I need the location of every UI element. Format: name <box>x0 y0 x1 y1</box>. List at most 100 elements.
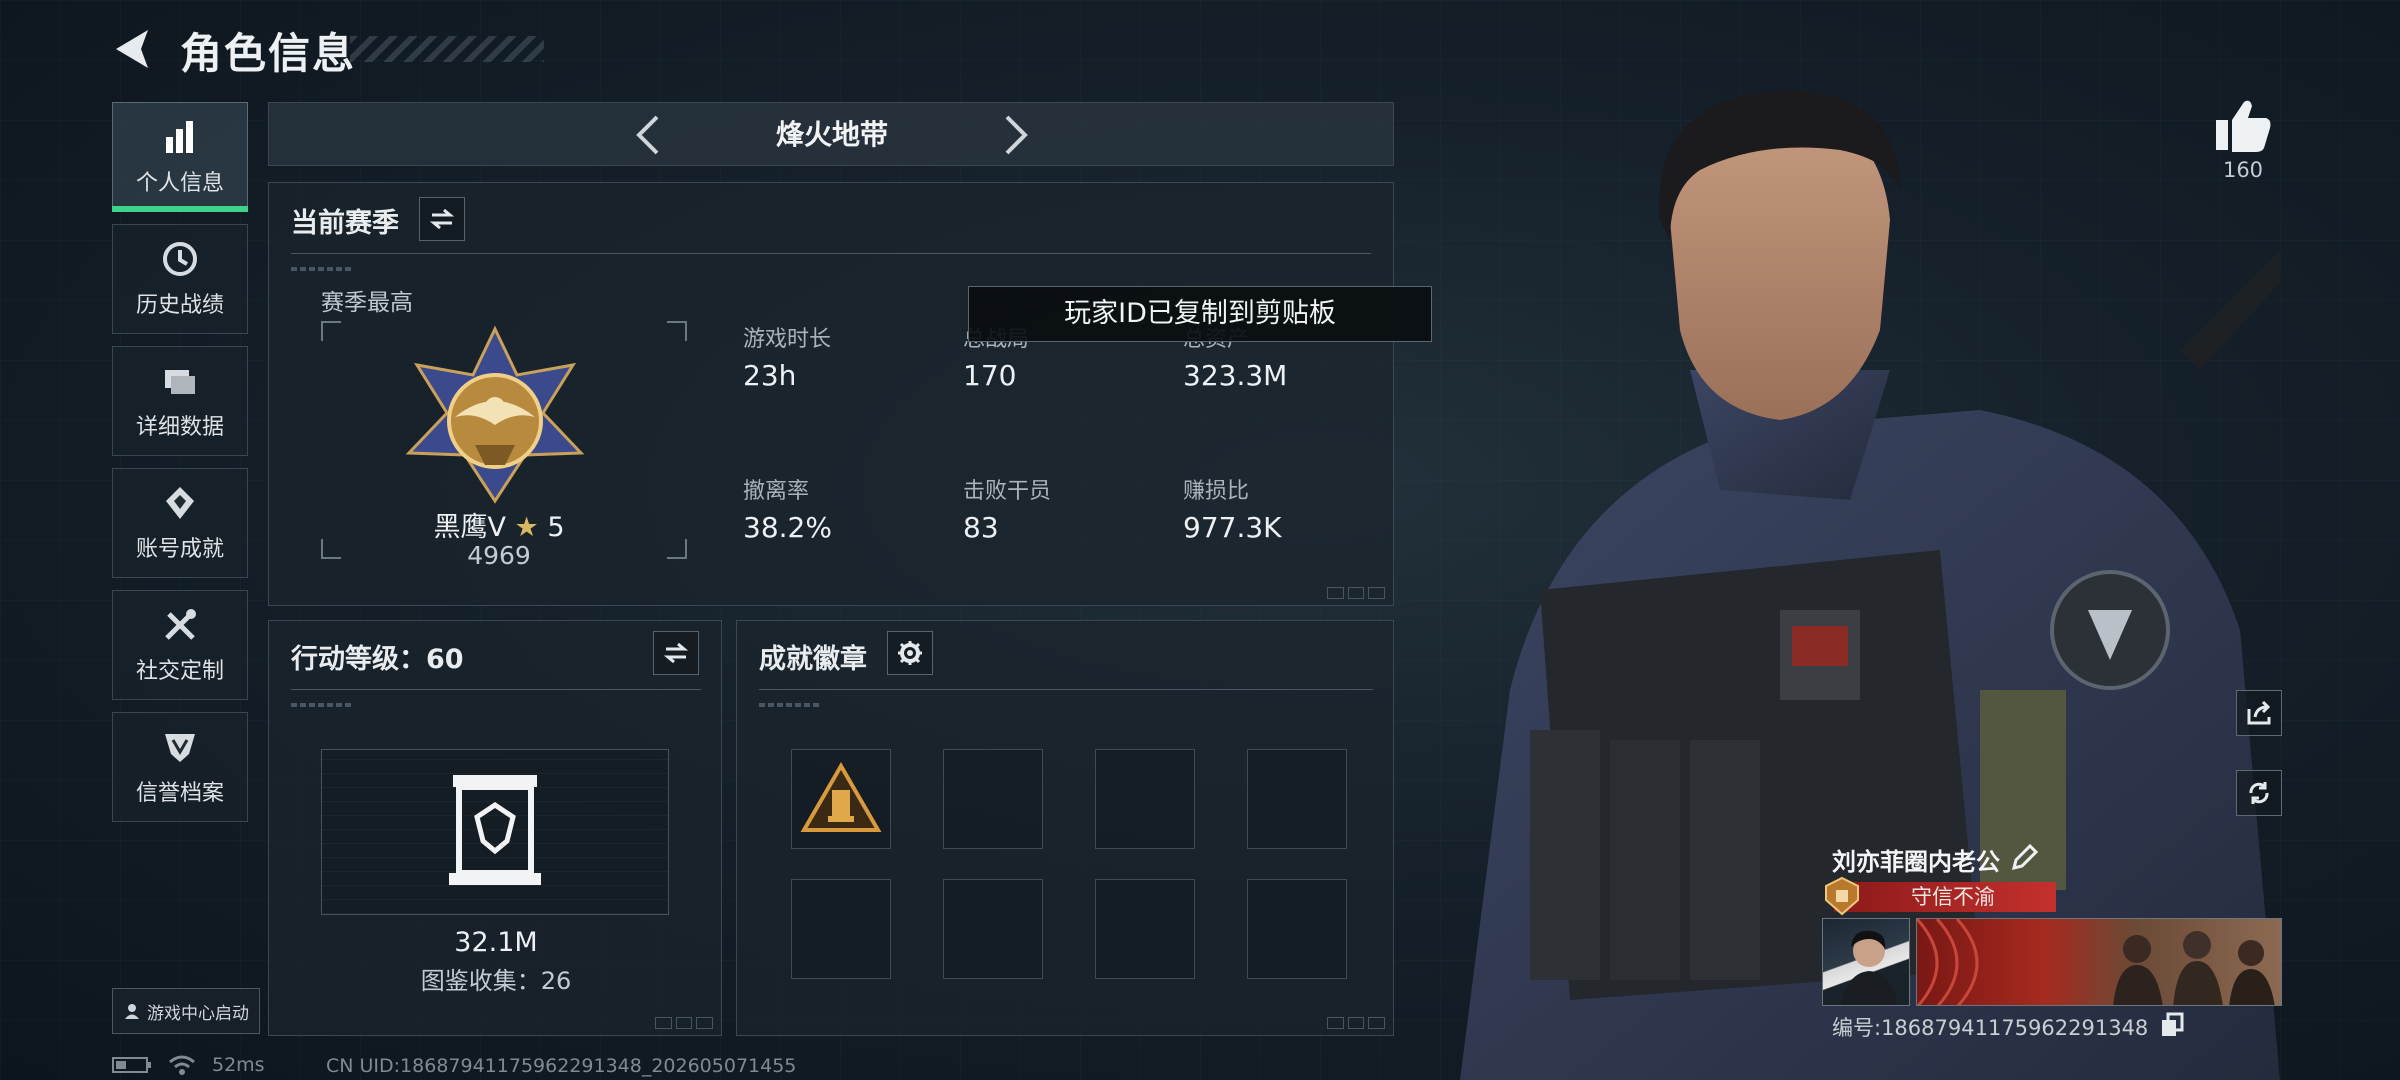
action-level-panel: 行动等级：60 32.1M 图鉴收集：26 <box>268 620 722 1036</box>
mode-selector: 烽火地带 <box>268 102 1394 166</box>
nav-item-reputation[interactable]: 信誉档案 <box>112 712 248 822</box>
deco-dashes <box>291 267 351 271</box>
player-id: 编号:18687941175962291348 <box>1832 1016 2149 1040</box>
status-bar: 52ms <box>112 1054 265 1076</box>
achievements-settings-button[interactable] <box>887 631 933 675</box>
banner-soldiers-image <box>1917 919 2275 1005</box>
achievement-icon <box>160 483 200 523</box>
reputation-title: 守信不渝 <box>1911 885 1995 909</box>
stat-value-extract-rate: 38.2% <box>743 511 832 544</box>
stat-label-profit-ratio: 赚损比 <box>1183 479 1250 504</box>
stat-value-kills: 83 <box>963 511 999 544</box>
stat-value-profit-ratio: 977.3K <box>1183 511 1282 544</box>
mode-name: 烽火地带 <box>775 118 888 151</box>
rank-name-row: 黑鹰V ★ 5 <box>369 505 629 544</box>
share-button[interactable] <box>2236 690 2282 736</box>
corner-decoration <box>1327 587 1386 599</box>
divider <box>291 689 701 690</box>
battery-icon <box>112 1057 151 1073</box>
badge-slot-7[interactable] <box>1095 879 1195 979</box>
nav-label: 个人信息 <box>135 171 224 196</box>
badge-slot-3[interactable] <box>1095 749 1195 849</box>
action-level-switch-button[interactable] <box>653 631 699 675</box>
title-decoration <box>350 36 544 62</box>
nav-item-social[interactable]: 社交定制 <box>112 590 248 700</box>
achievements-title: 成就徽章 <box>759 644 867 675</box>
nav-item-achievements[interactable]: 账号成就 <box>112 468 248 578</box>
uid-text: CN UID:18687941175962291348_202605071455 <box>326 1055 797 1077</box>
badge-slot-5[interactable] <box>791 879 891 979</box>
rank-badge-icon <box>405 325 585 504</box>
collection-count: 图鉴收集：26 <box>420 967 572 995</box>
gear-icon <box>898 641 922 665</box>
page-title: 角色信息 <box>180 29 357 78</box>
nav-label: 详细数据 <box>135 415 224 440</box>
stat-label-kills: 击败干员 <box>963 479 1052 504</box>
stat-value-playtime: 23h <box>743 359 797 392</box>
bar-chart-icon <box>160 117 200 157</box>
copy-icon[interactable] <box>2160 1012 2186 1038</box>
frame-corner <box>667 539 687 559</box>
deco-dashes <box>291 703 351 707</box>
frame-corner <box>321 321 341 341</box>
level-value: 32.1M <box>454 927 538 958</box>
stat-label-extract-rate: 撤离率 <box>743 479 810 504</box>
avatar-portrait-icon <box>1841 930 1897 1005</box>
launch-label: 游戏中心启动 <box>147 1003 249 1024</box>
refresh-icon <box>2249 782 2269 804</box>
deco-dashes <box>759 703 819 707</box>
nav-item-personal-info[interactable]: 个人信息 <box>112 102 248 212</box>
game-center-launch-button[interactable]: 游戏中心启动 <box>112 988 260 1034</box>
rank-score: 4969 <box>467 541 531 570</box>
nav-label: 社交定制 <box>135 659 224 684</box>
nav-item-history[interactable]: 历史战绩 <box>112 224 248 334</box>
nav-label: 账号成就 <box>135 537 224 562</box>
badge-slot-1[interactable] <box>791 749 891 849</box>
nav-label: 历史战绩 <box>135 293 224 318</box>
stat-value-assets: 323.3M <box>1183 359 1288 392</box>
frame-corner <box>667 321 687 341</box>
folder-icon <box>160 361 200 401</box>
star-icon: ★ <box>514 512 539 543</box>
divider <box>291 253 1371 254</box>
share-icon <box>2247 700 2271 725</box>
profile-banner <box>1916 918 2282 1006</box>
edit-pencil-icon[interactable] <box>2010 844 2038 872</box>
nav-label: 信誉档案 <box>135 781 224 806</box>
achievement-badges-panel: 成就徽章 <box>736 620 1394 1036</box>
player-name: 刘亦菲圈内老公 <box>1832 848 2000 876</box>
rank-name: 黑鹰V <box>433 512 506 543</box>
prev-mode-arrow-icon[interactable] <box>625 111 673 159</box>
action-level-title: 行动等级：60 <box>291 644 464 675</box>
season-switch-button[interactable] <box>419 197 465 241</box>
swap-icon <box>429 208 455 230</box>
badge-slot-2[interactable] <box>943 749 1043 849</box>
season-best-label: 赛季最高 <box>321 290 413 316</box>
badge-slot-4[interactable] <box>1247 749 1347 849</box>
ping-value: 52ms <box>212 1054 265 1076</box>
thumbs-up-icon[interactable] <box>2210 96 2276 156</box>
pyramid-badge-icon <box>800 762 882 832</box>
copy-toast: 玩家ID已复制到剪贴板 <box>968 286 1432 342</box>
wifi-icon <box>169 1055 195 1075</box>
corner-decoration <box>655 1017 714 1029</box>
badge-slot-6[interactable] <box>943 879 1043 979</box>
nav-item-detailed-data[interactable]: 详细数据 <box>112 346 248 456</box>
corner-decoration <box>1327 1017 1386 1029</box>
divider <box>759 689 1373 690</box>
next-mode-arrow-icon[interactable] <box>991 111 1039 159</box>
rank-stars: 5 <box>547 512 565 543</box>
user-icon <box>125 1004 139 1019</box>
stat-label-playtime: 游戏时长 <box>743 327 832 352</box>
current-season-panel: 当前赛季 赛季最高 黑鹰V ★ 5 4969 游戏时长 23h 总战局 170 … <box>268 182 1394 606</box>
like-count: 160 <box>2222 158 2264 182</box>
season-title: 当前赛季 <box>291 208 399 239</box>
back-arrow-icon[interactable] <box>108 24 158 74</box>
badge-slot-8[interactable] <box>1247 879 1347 979</box>
shield-icon <box>160 727 200 767</box>
swap-icon <box>663 642 689 664</box>
refresh-button[interactable] <box>2236 770 2282 816</box>
frame-corner <box>321 539 341 559</box>
reputation-emblem-icon <box>1825 876 1859 916</box>
avatar[interactable] <box>1822 918 1910 1006</box>
